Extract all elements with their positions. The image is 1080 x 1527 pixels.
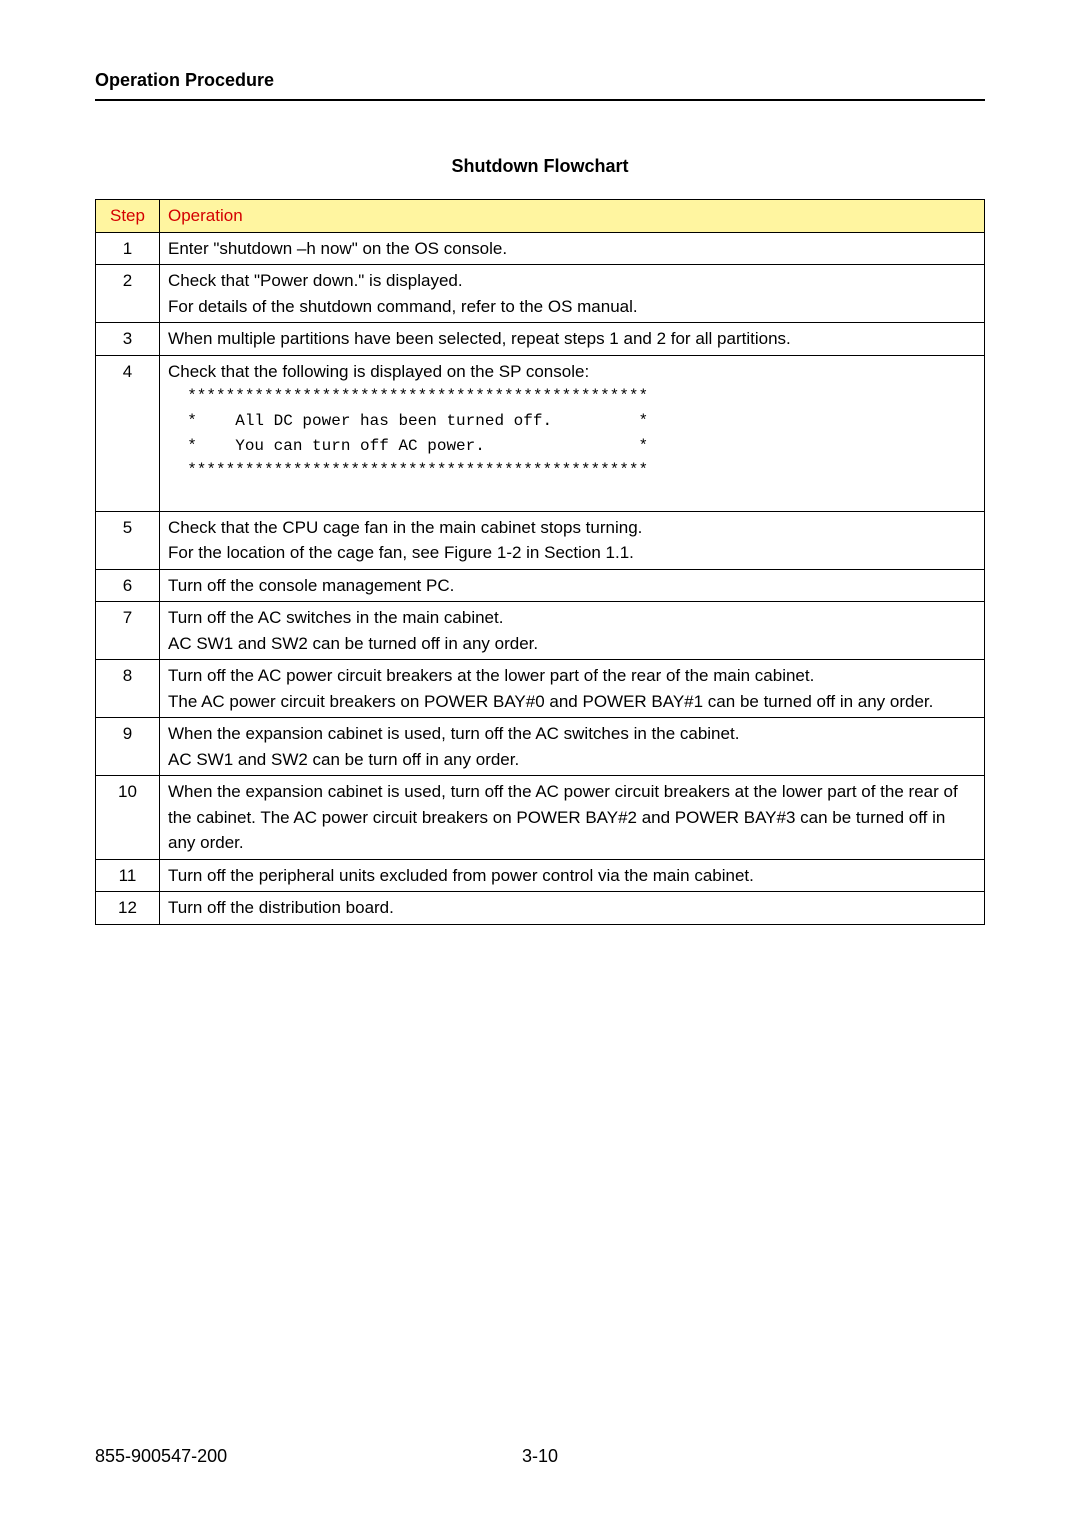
shutdown-table: Step Operation 1 Enter "shutdown –h now"… bbox=[95, 199, 985, 925]
operation-cell: Turn off the distribution board. bbox=[160, 892, 985, 925]
section-title: Shutdown Flowchart bbox=[95, 156, 985, 177]
running-header: Operation Procedure bbox=[95, 70, 985, 99]
table-row: 4 Check that the following is displayed … bbox=[96, 355, 985, 511]
operation-cell: Enter "shutdown –h now" on the OS consol… bbox=[160, 232, 985, 265]
console-output: * All DC power has been turned off. * bbox=[168, 409, 976, 434]
operation-cell: Turn off the console management PC. bbox=[160, 569, 985, 602]
operation-cell: Check that "Power down." is displayed. F… bbox=[160, 265, 985, 323]
step-number: 7 bbox=[96, 602, 160, 660]
step-number: 8 bbox=[96, 660, 160, 718]
page-footer: 855-900547-200 3-10 bbox=[95, 1446, 985, 1467]
console-output: ****************************************… bbox=[168, 384, 976, 409]
table-row: 7 Turn off the AC switches in the main c… bbox=[96, 602, 985, 660]
op-text: When the expansion cabinet is used, turn… bbox=[168, 721, 976, 747]
operation-cell: Check that the CPU cage fan in the main … bbox=[160, 511, 985, 569]
step-number: 6 bbox=[96, 569, 160, 602]
op-text: AC SW1 and SW2 can be turn off in any or… bbox=[168, 747, 976, 773]
operation-cell: When multiple partitions have been selec… bbox=[160, 323, 985, 356]
step-number: 11 bbox=[96, 859, 160, 892]
step-number: 12 bbox=[96, 892, 160, 925]
table-row: 3 When multiple partitions have been sel… bbox=[96, 323, 985, 356]
table-row: 1 Enter "shutdown –h now" on the OS cons… bbox=[96, 232, 985, 265]
table-row: 11 Turn off the peripheral units exclude… bbox=[96, 859, 985, 892]
console-output: ****************************************… bbox=[168, 458, 976, 483]
doc-number: 855-900547-200 bbox=[95, 1446, 227, 1467]
step-number: 9 bbox=[96, 718, 160, 776]
table-row: 6 Turn off the console management PC. bbox=[96, 569, 985, 602]
header-divider bbox=[95, 99, 985, 101]
page-number: 3-10 bbox=[95, 1446, 985, 1467]
table-header-step: Step bbox=[96, 200, 160, 233]
step-number: 3 bbox=[96, 323, 160, 356]
table-row: 5 Check that the CPU cage fan in the mai… bbox=[96, 511, 985, 569]
op-text: For details of the shutdown command, ref… bbox=[168, 294, 976, 320]
op-text: The AC power circuit breakers on POWER B… bbox=[168, 689, 976, 715]
step-number: 5 bbox=[96, 511, 160, 569]
op-text: Check that the following is displayed on… bbox=[168, 359, 976, 385]
operation-cell: Turn off the AC power circuit breakers a… bbox=[160, 660, 985, 718]
op-text: Check that "Power down." is displayed. bbox=[168, 268, 976, 294]
op-text: AC SW1 and SW2 can be turned off in any … bbox=[168, 631, 976, 657]
operation-cell: When the expansion cabinet is used, turn… bbox=[160, 718, 985, 776]
operation-cell: When the expansion cabinet is used, turn… bbox=[160, 776, 985, 860]
operation-cell: Turn off the AC switches in the main cab… bbox=[160, 602, 985, 660]
op-text: Check that the CPU cage fan in the main … bbox=[168, 515, 976, 541]
op-text: For the location of the cage fan, see Fi… bbox=[168, 540, 976, 566]
operation-cell: Check that the following is displayed on… bbox=[160, 355, 985, 511]
step-number: 10 bbox=[96, 776, 160, 860]
console-output: * You can turn off AC power. * bbox=[168, 434, 976, 459]
table-row: 2 Check that "Power down." is displayed.… bbox=[96, 265, 985, 323]
table-row: 12 Turn off the distribution board. bbox=[96, 892, 985, 925]
table-header-operation: Operation bbox=[160, 200, 985, 233]
table-row: 10 When the expansion cabinet is used, t… bbox=[96, 776, 985, 860]
op-text: Turn off the AC switches in the main cab… bbox=[168, 605, 976, 631]
operation-cell: Turn off the peripheral units excluded f… bbox=[160, 859, 985, 892]
console-output bbox=[168, 483, 976, 508]
step-number: 1 bbox=[96, 232, 160, 265]
step-number: 4 bbox=[96, 355, 160, 511]
table-row: 8 Turn off the AC power circuit breakers… bbox=[96, 660, 985, 718]
step-number: 2 bbox=[96, 265, 160, 323]
op-text: Turn off the AC power circuit breakers a… bbox=[168, 663, 976, 689]
table-row: 9 When the expansion cabinet is used, tu… bbox=[96, 718, 985, 776]
